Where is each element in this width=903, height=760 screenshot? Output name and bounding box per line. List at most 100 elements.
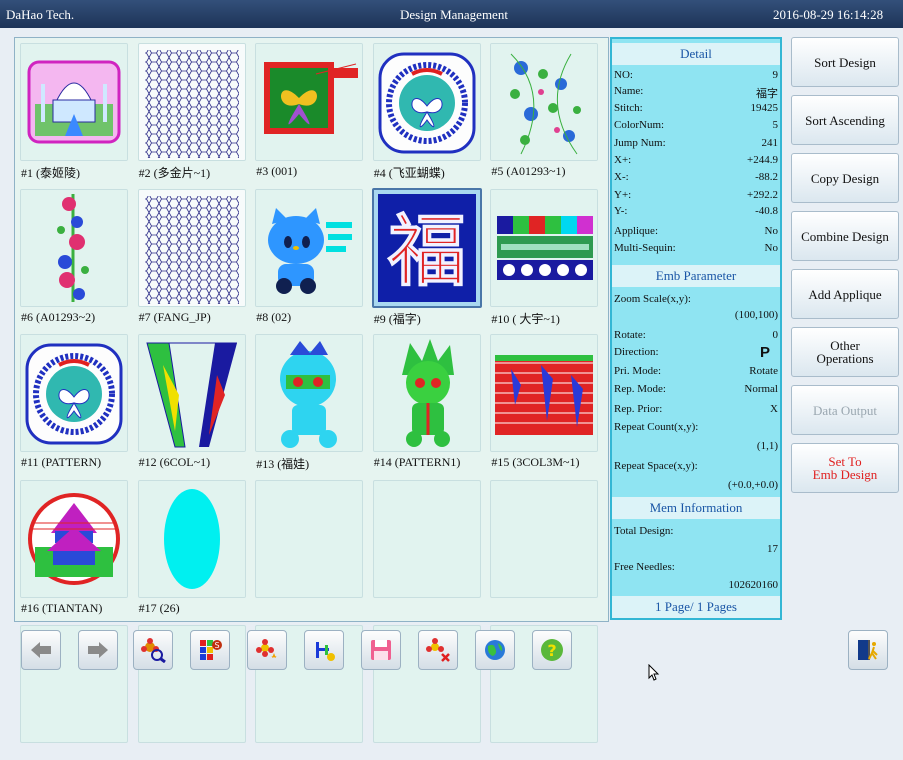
free-needles-label: Free Needles: xyxy=(614,561,675,573)
rotate-label: Rotate: xyxy=(614,329,646,341)
detail-key: NO: xyxy=(614,69,633,81)
design-cell[interactable]: #10 ( 大宇~1) xyxy=(487,186,601,326)
detail-row: Applique: No xyxy=(614,225,778,239)
design-thumbnail xyxy=(20,43,128,161)
arrow-right-button[interactable] xyxy=(78,630,118,670)
total-design-value-row: 17 xyxy=(614,543,778,557)
design-label: #10 ( 大宇~1) xyxy=(491,311,560,326)
design-cell[interactable]: #15 (3COL3M~1) xyxy=(487,331,601,469)
design-thumbnail xyxy=(372,334,481,452)
design-label: #13 (福娃) xyxy=(256,457,310,471)
design-cell[interactable]: #8 (02) xyxy=(252,186,366,324)
empty-thumbnail xyxy=(490,479,599,598)
floppy-disk-button[interactable] xyxy=(361,630,401,670)
empty-design-slot[interactable] xyxy=(252,477,366,615)
design-cell[interactable]: #5 (A01293~1) xyxy=(487,40,601,178)
flower-delete-button[interactable] xyxy=(418,630,458,670)
design-cell[interactable]: #16 (TIANTAN) xyxy=(17,477,131,615)
pri-mode-value: Rotate xyxy=(749,365,778,377)
pri-mode-row: Pri. Mode: Rotate xyxy=(614,365,778,379)
tajmahal-art xyxy=(21,44,127,160)
design-cell[interactable]: #12 (6COL~1) xyxy=(135,331,249,469)
data-output-button[interactable]: Data Output xyxy=(791,385,899,435)
copy-design-button[interactable]: Copy Design xyxy=(791,153,899,203)
design-thumbnail xyxy=(137,334,246,452)
flower-delete-icon xyxy=(426,638,450,662)
needle-bar-button[interactable] xyxy=(304,630,344,670)
mouse-cursor-icon xyxy=(648,664,660,681)
color-grid-button[interactable]: S xyxy=(190,630,230,670)
add-applique-button[interactable]: Add Applique xyxy=(791,269,899,319)
globe-button[interactable] xyxy=(475,630,515,670)
combine-design-button[interactable]: Combine Design xyxy=(791,211,899,261)
detail-key: Multi-Sequin: xyxy=(614,242,676,254)
design-label: #2 (多金片~1) xyxy=(138,166,211,180)
window-title: Design Management xyxy=(400,7,508,22)
design-label: #1 (泰姬陵) xyxy=(21,166,80,180)
set-to-emb-design-button[interactable]: Set To Emb Design xyxy=(791,443,899,493)
hexmesh-art xyxy=(138,189,245,306)
rotate-row: Rotate: 0 xyxy=(614,329,778,343)
detail-row: Y-: -40.8 xyxy=(614,205,778,219)
design-label: #12 (6COL~1) xyxy=(138,455,211,469)
detail-row: Multi-Sequin: No xyxy=(614,242,778,256)
free-needles-value: 102620160 xyxy=(728,579,779,591)
direction-label: Direction: xyxy=(614,346,659,358)
design-label: #14 (PATTERN1) xyxy=(373,455,461,469)
fu-art: 福 xyxy=(373,189,480,306)
temple-art xyxy=(21,480,127,597)
design-cell[interactable]: #14 (PATTERN1) xyxy=(370,331,484,469)
detail-row: Stitch: 19425 xyxy=(614,102,778,116)
detail-value: No xyxy=(764,225,778,237)
detail-panel: Detail NO: 9 Name: 福字 Stitch: 19425 ColorNum: 5… xyxy=(610,37,782,620)
detail-key: Stitch: xyxy=(614,102,643,114)
rep-mode-label: Rep. Mode: xyxy=(614,383,666,395)
total-design-row: Total Design: xyxy=(614,525,778,539)
mascot-cyan-art xyxy=(256,335,363,451)
design-cell[interactable]: #4 (飞亚蝴蝶) xyxy=(370,40,484,180)
design-cell[interactable]: #2 (多金片~1) xyxy=(135,40,249,180)
design-thumbnail xyxy=(490,43,599,161)
detail-value: 福字 xyxy=(756,88,778,100)
design-cell[interactable]: #11 (PATTERN) xyxy=(17,331,131,469)
detail-key: Applique: xyxy=(614,225,658,237)
arrow-left-button[interactable] xyxy=(21,630,61,670)
floppy-disk-icon xyxy=(371,640,391,660)
sort-design-button[interactable]: Sort Design xyxy=(791,37,899,87)
total-design-label: Total Design: xyxy=(614,525,674,537)
design-cell[interactable]: #6 (A01293~2) xyxy=(17,186,131,324)
other-operations-button[interactable]: Other Operations xyxy=(791,327,899,377)
butterfly-frame-art xyxy=(256,44,363,160)
repeat-space-value: (+0.0,+0.0) xyxy=(728,479,778,491)
flower-star-icon xyxy=(256,639,277,658)
empty-design-slot[interactable] xyxy=(487,477,601,615)
design-cell[interactable]: 福 #9 (福字) xyxy=(370,186,484,326)
design-cell[interactable]: #3 (001) xyxy=(252,40,366,178)
hexmesh-art xyxy=(138,44,245,160)
empty-thumbnail xyxy=(372,479,481,598)
design-cell[interactable]: #13 (福娃) xyxy=(252,331,366,471)
rotate-value: 0 xyxy=(772,329,779,341)
flower-search-button[interactable] xyxy=(133,630,173,670)
direction-row: Direction: P xyxy=(614,344,778,361)
detail-value: +292.2 xyxy=(747,189,778,201)
empty-design-slot[interactable] xyxy=(370,477,484,615)
rep-mode-row: Rep. Mode: Normal xyxy=(614,383,778,397)
sort-ascending-button[interactable]: Sort Ascending xyxy=(791,95,899,145)
repeat-count-value-row: (1,1) xyxy=(614,440,778,454)
design-cell[interactable]: #7 (FANG_JP) xyxy=(135,186,249,324)
help-button[interactable]: ? xyxy=(532,630,572,670)
flower-star-button[interactable] xyxy=(247,630,287,670)
exit-button[interactable] xyxy=(848,630,888,670)
mascot-green-art xyxy=(373,335,480,451)
zoom-scale-value-row: (100,100) xyxy=(614,309,778,323)
design-thumbnail xyxy=(372,43,481,161)
design-cell[interactable]: #17 (26) xyxy=(135,477,249,615)
detail-row: Y+: +292.2 xyxy=(614,189,778,203)
rep-prior-row: Rep. Prior: X xyxy=(614,403,778,417)
detail-key: X-: xyxy=(614,171,629,183)
detail-heading: Detail xyxy=(612,43,780,65)
free-needles-row: Free Needles: xyxy=(614,561,778,575)
detail-value: 241 xyxy=(761,137,779,149)
design-cell[interactable]: #1 (泰姬陵) xyxy=(17,40,131,180)
